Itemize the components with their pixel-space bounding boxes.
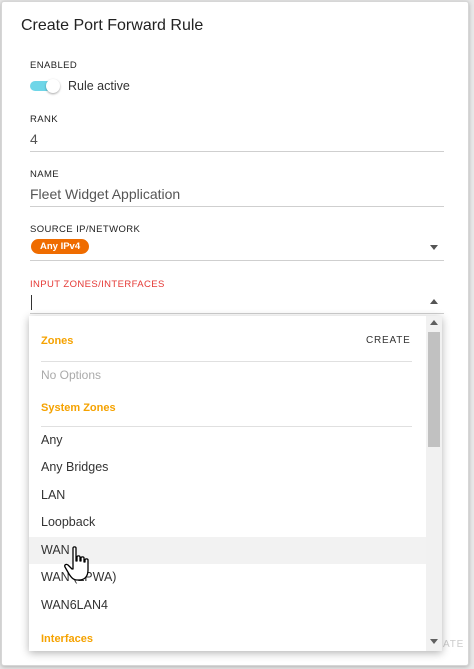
system-zones-section-header: System Zones [41,402,116,414]
rank-input[interactable]: 4 [30,131,38,147]
rule-active-toggle[interactable] [30,79,60,93]
zones-section-header: Zones [41,335,74,347]
scroll-down-arrow-icon[interactable] [430,639,438,644]
name-label: NAME [30,169,60,180]
zones-divider [41,361,412,362]
source-underline [30,260,444,261]
zones-dropdown-menu: Zones CREATE No Options System Zones Any… [29,316,442,651]
create-zone-button[interactable]: CREATE [366,335,411,346]
name-input[interactable]: Fleet Widget Application [30,186,180,202]
dropdown-scrollbar[interactable] [426,316,442,651]
partial-create-button[interactable]: ATE [443,639,464,650]
scroll-up-arrow-icon[interactable] [430,320,438,325]
dropdown-item-any-bridges[interactable]: Any Bridges [29,454,426,481]
rule-active-label: Rule active [68,79,130,93]
rank-label: RANK [30,114,58,125]
no-options-text: No Options [41,368,102,382]
interfaces-section-header: Interfaces [41,633,93,645]
input-zones-text-cursor [31,295,32,310]
dialog-title: Create Port Forward Rule [21,17,204,34]
dropdown-item-any[interactable]: Any [29,427,426,454]
source-dropdown-arrow-icon[interactable] [430,245,438,250]
input-zones-label: INPUT ZONES/INTERFACES [30,279,165,290]
dropdown-item-lan[interactable]: LAN [29,482,426,509]
source-network-label: SOURCE IP/NETWORK [30,224,141,235]
dropdown-item-loopback[interactable]: Loopback [29,509,426,536]
toggle-knob [46,79,60,93]
input-zones-collapse-arrow-icon[interactable] [430,299,438,304]
input-zones-underline [30,313,444,314]
name-underline [30,206,444,207]
hand-pointer-cursor-icon [64,546,89,581]
scroll-thumb[interactable] [428,332,440,447]
any-ipv4-chip[interactable]: Any IPv4 [31,239,90,254]
enabled-label: ENABLED [30,60,78,71]
dropdown-item-wan6lan4[interactable]: WAN6LAN4 [29,592,426,619]
rank-underline [30,151,444,152]
